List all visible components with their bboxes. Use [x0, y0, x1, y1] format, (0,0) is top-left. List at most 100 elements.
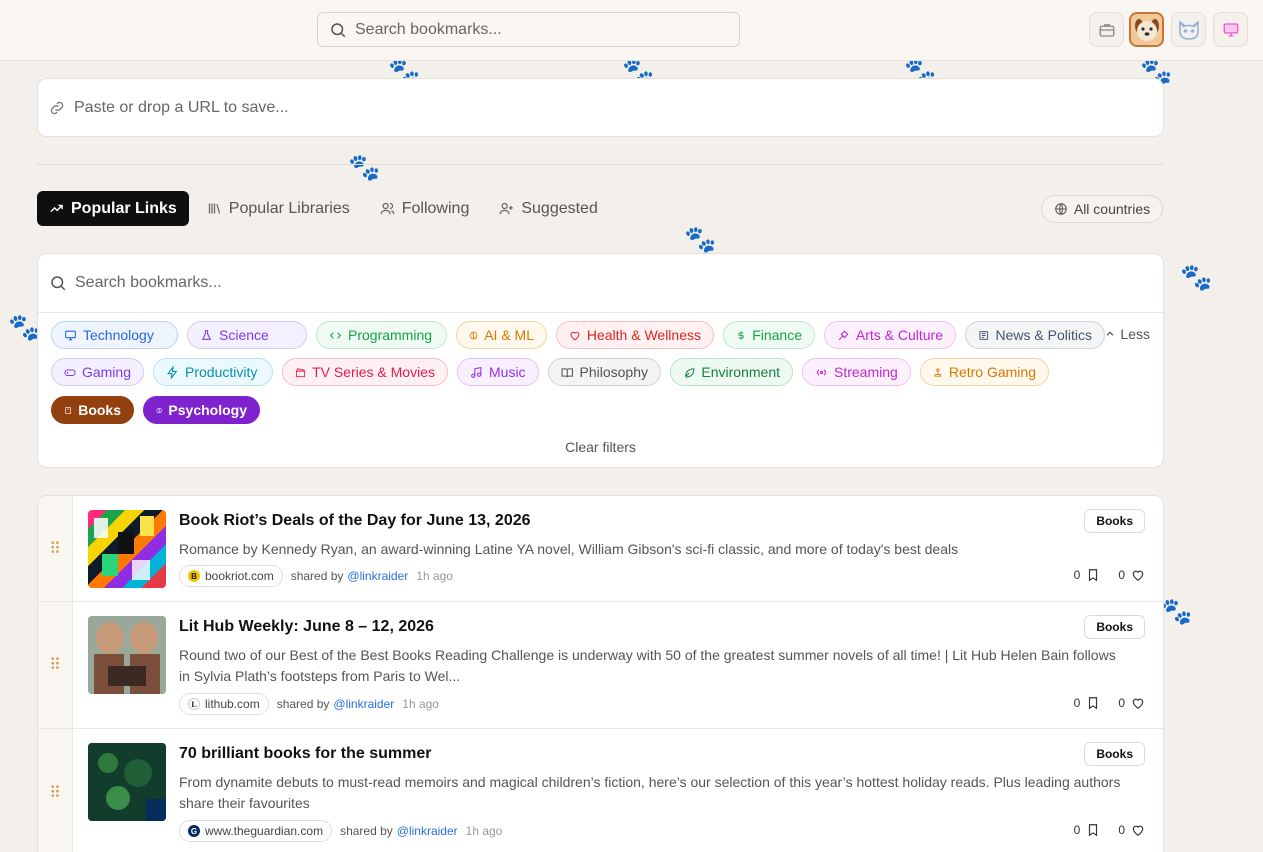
monitor-icon [65, 330, 76, 340]
section-divider [37, 164, 1164, 165]
category-chip-philosophy[interactable]: Philosophy [548, 358, 661, 386]
bookmark-description: Romance by Kennedy Ryan, an award-winnin… [179, 541, 959, 557]
timestamp: 1h ago [416, 569, 453, 583]
category-chip-news-politics[interactable]: News & Politics [965, 321, 1105, 349]
category-chip-streaming[interactable]: Streaming [802, 358, 911, 386]
domain-label: bookriot.com [205, 569, 274, 583]
user-link[interactable]: @linkraider [397, 824, 458, 838]
user-link[interactable]: @linkraider [333, 697, 394, 711]
tab-suggested[interactable]: Suggested [487, 191, 610, 226]
domain-pill[interactable]: B bookriot.com [179, 565, 283, 587]
category-chip-productivity[interactable]: Productivity [153, 358, 273, 386]
category-chip-label: Health & Wellness [586, 327, 701, 343]
domain-pill[interactable]: G www.theguardian.com [179, 820, 333, 842]
bookmark-title[interactable]: Lit Hub Weekly: June 8 – 12, 2026 [179, 618, 434, 636]
header-search-input[interactable] [355, 20, 739, 39]
brain-icon [156, 407, 162, 413]
drag-handle-icon[interactable]: ⠿ [38, 729, 73, 852]
tab-following[interactable]: Following [368, 191, 482, 226]
less-button[interactable]: Less [1105, 326, 1150, 342]
list-item[interactable]: ⠿ 70 brilliant books for the summer From… [38, 729, 1163, 852]
library-search-input[interactable] [75, 274, 1163, 292]
library-panel: Technology Science Programming AI & ML Healt… [37, 253, 1164, 468]
leaf-icon [685, 367, 695, 378]
link-icon [50, 101, 64, 114]
briefcase-icon [1099, 23, 1114, 37]
user-link[interactable]: @linkraider [347, 569, 408, 583]
category-tag[interactable]: Books [1084, 742, 1145, 766]
save-count: 0 [1073, 568, 1081, 582]
category-chip-environment[interactable]: Environment [670, 358, 793, 386]
heart-icon[interactable] [1131, 568, 1145, 582]
monitor-theme-button[interactable] [1213, 12, 1248, 47]
book-icon [65, 406, 71, 414]
tab-popular-libraries[interactable]: Popular Libraries [195, 191, 362, 226]
heart-icon[interactable] [1131, 696, 1145, 710]
category-chip-label: Music [489, 364, 526, 380]
tab-label: Popular Links [71, 199, 177, 217]
monitor-theme-icon [1223, 22, 1238, 37]
category-chip-label: Productivity [185, 364, 258, 380]
domain-label: www.theguardian.com [205, 824, 324, 838]
category-chip-label: Environment [701, 364, 780, 380]
briefcase-button[interactable] [1089, 12, 1124, 47]
category-chip-ai-ml[interactable]: AI & ML [456, 321, 547, 349]
category-chip-label: Books [78, 402, 121, 418]
bookmark-icon[interactable] [1086, 823, 1100, 837]
like-count: 0 [1118, 568, 1125, 582]
category-chip-music[interactable]: Music [457, 358, 539, 386]
bookmark-icon[interactable] [1086, 568, 1100, 582]
timestamp: 1h ago [402, 697, 439, 711]
library-search-box[interactable] [38, 254, 1163, 313]
users-icon [380, 202, 395, 215]
bookmark-list: ⠿ Book Riot’s Deals of the Day for June … [37, 495, 1164, 852]
heart-icon[interactable] [1131, 823, 1145, 837]
bookmark-meta: B bookriot.com shared by @linkraider 1h … [179, 565, 453, 587]
flask-icon [201, 329, 212, 340]
category-chip-technology[interactable]: Technology [51, 321, 178, 349]
category-chip-programming[interactable]: Programming [316, 321, 447, 349]
drag-handle-icon[interactable]: ⠿ [38, 602, 73, 728]
list-item[interactable]: ⠿ Book Riot’s Deals of the Day for June … [38, 496, 1163, 602]
newspaper-icon [979, 330, 989, 340]
category-chip-label: Philosophy [579, 364, 649, 380]
category-chip-arts-culture[interactable]: Arts & Culture [824, 321, 956, 349]
category-chip-tv-series-movies[interactable]: TV Series & Movies [282, 358, 448, 386]
url-input[interactable] [74, 98, 1163, 117]
bookmark-title[interactable]: Book Riot’s Deals of the Day for June 13… [179, 512, 531, 530]
header-search-box[interactable] [317, 12, 740, 47]
bookriot-favicon-icon: B [188, 570, 200, 582]
category-tag[interactable]: Books [1084, 509, 1145, 533]
domain-pill[interactable]: L lithub.com [179, 693, 269, 715]
like-count: 0 [1118, 696, 1125, 710]
country-filter-button[interactable]: All countries [1041, 195, 1163, 223]
radio-icon [817, 368, 826, 376]
category-tag[interactable]: Books [1084, 615, 1145, 639]
user-plus-icon [499, 202, 514, 215]
bookmark-icon[interactable] [1086, 696, 1100, 710]
category-chip-label: Streaming [834, 364, 898, 380]
clear-filters-button[interactable]: Clear filters [38, 439, 1163, 455]
category-chip-gaming[interactable]: Gaming [51, 358, 144, 386]
category-chip-retro-gaming[interactable]: Retro Gaming [920, 358, 1049, 386]
drag-handle-icon[interactable]: ⠿ [38, 496, 73, 601]
category-chip-books[interactable]: Books [51, 396, 134, 424]
category-chip-science[interactable]: Science [187, 321, 307, 349]
category-chip-finance[interactable]: Finance [723, 321, 815, 349]
search-icon [51, 276, 66, 291]
joystick-icon [934, 367, 942, 377]
shared-by-label: shared by [276, 697, 330, 711]
cat-theme-button[interactable] [1171, 12, 1206, 47]
category-chip-psychology[interactable]: Psychology [143, 396, 260, 424]
bookmark-thumbnail [88, 510, 166, 588]
save-count: 0 [1073, 696, 1081, 710]
bookmark-title[interactable]: 70 brilliant books for the summer [179, 745, 432, 763]
chevron-up-icon [1107, 331, 1114, 336]
category-chip-health-wellness[interactable]: Health & Wellness [556, 321, 714, 349]
tab-popular-links[interactable]: Popular Links [37, 191, 189, 226]
category-chip-label: Arts & Culture [855, 327, 943, 343]
list-item[interactable]: ⠿ Lit Hub Weekly: June 8 – 12, 2026 Roun… [38, 602, 1163, 729]
domain-label: lithub.com [205, 697, 260, 711]
dog-theme-button[interactable] [1129, 12, 1164, 47]
url-input-box[interactable] [37, 78, 1164, 137]
